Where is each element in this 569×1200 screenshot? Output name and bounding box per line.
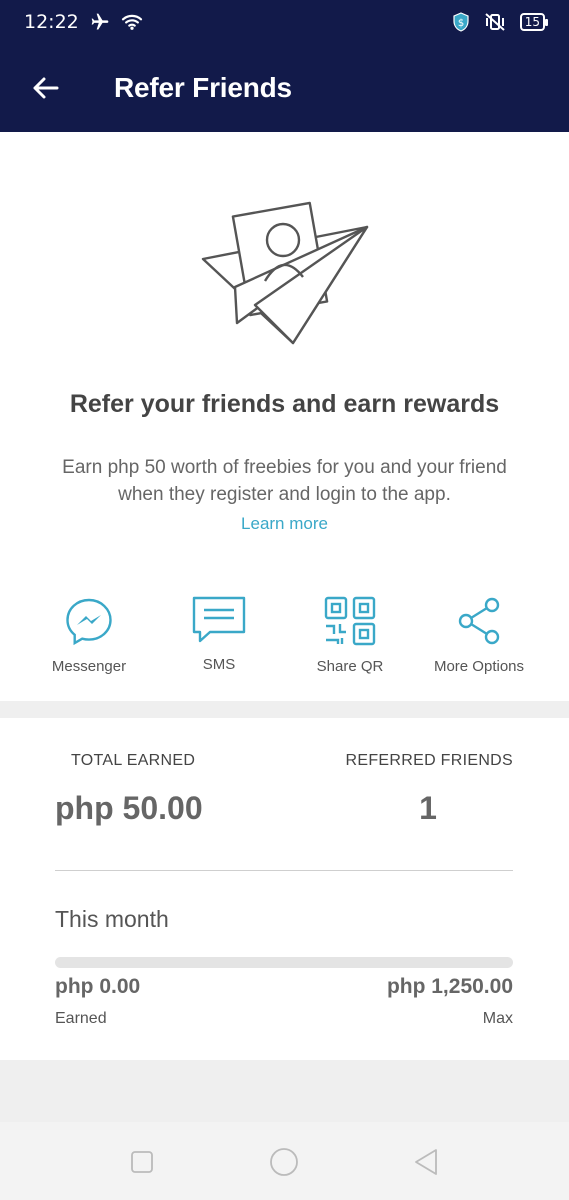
share-sms-label: SMS	[202, 656, 236, 673]
vibrate-mute-icon	[485, 13, 505, 31]
share-options: Messenger SMS Share QR More Options	[0, 596, 569, 686]
home-button[interactable]	[264, 1142, 304, 1182]
share-messenger-button[interactable]: Messenger	[24, 596, 154, 675]
share-qr-button[interactable]: Share QR	[285, 596, 415, 675]
back-button[interactable]	[0, 44, 90, 132]
square-icon	[131, 1151, 153, 1173]
system-nav-bar	[0, 1122, 569, 1200]
share-icon	[458, 597, 500, 645]
messenger-icon	[66, 598, 112, 646]
max-label: Max	[482, 1010, 513, 1027]
share-sms-button[interactable]: SMS	[154, 596, 284, 673]
divider	[55, 870, 513, 871]
airplane-mode-icon	[91, 13, 109, 30]
share-qr-label: Share QR	[316, 658, 384, 675]
triangle-back-icon	[415, 1149, 437, 1175]
referred-friends-label: REFERRED FRIENDS	[345, 752, 513, 769]
learn-more-link[interactable]: Learn more	[0, 514, 569, 534]
svg-text:$: $	[458, 18, 464, 29]
earnings-card: TOTAL EARNED php 50.00 REFERRED FRIENDS …	[0, 718, 569, 1060]
total-earned-label: TOTAL EARNED	[71, 752, 196, 769]
monthly-progress-bar	[55, 957, 513, 968]
back-nav-button[interactable]	[406, 1142, 446, 1182]
earned-label: Earned	[55, 1010, 107, 1027]
status-time: 12:22	[24, 11, 79, 33]
shield-icon: $	[453, 12, 469, 32]
refer-description: Earn php 50 worth of freebies for you an…	[62, 457, 507, 505]
circle-icon	[270, 1148, 298, 1176]
recents-button[interactable]	[122, 1142, 162, 1182]
arrow-left-icon	[33, 77, 59, 99]
referred-friends-value: 1	[419, 790, 437, 826]
refer-card: Refer your friends and earn rewards Earn…	[0, 132, 569, 701]
app-bar: Refer Friends	[0, 44, 569, 132]
earned-value: php 0.00	[55, 975, 141, 998]
page-title: Refer Friends	[114, 72, 292, 103]
share-more-options-label: More Options	[433, 658, 525, 675]
sms-icon	[192, 596, 246, 643]
wifi-icon	[121, 14, 142, 30]
share-messenger-label: Messenger	[51, 658, 127, 675]
paper-plane-illustration	[201, 201, 369, 345]
refer-headline: Refer your friends and earn rewards	[69, 390, 500, 418]
status-bar: 12:22 $ 15	[0, 0, 569, 44]
qr-code-icon	[324, 596, 376, 646]
share-more-options-button[interactable]: More Options	[414, 596, 544, 675]
max-value: php 1,250.00	[386, 975, 513, 998]
this-month-title: This month	[55, 906, 169, 932]
battery-icon: 15	[519, 13, 549, 31]
